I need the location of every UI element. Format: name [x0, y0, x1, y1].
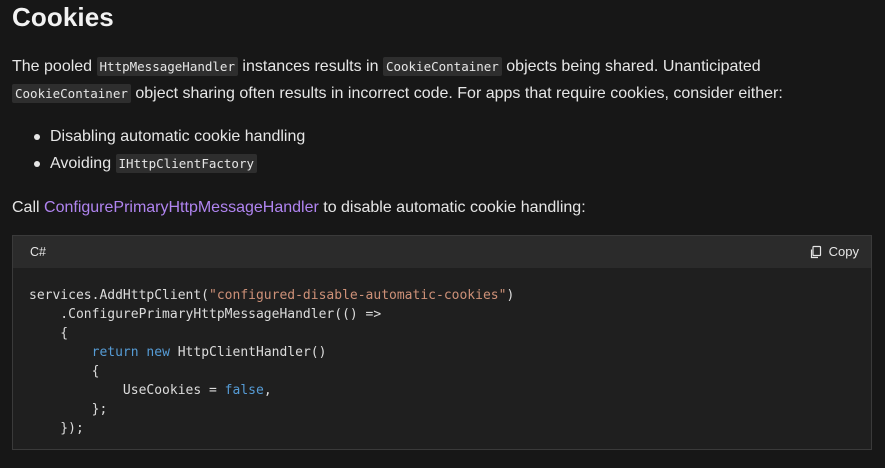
code-language-label: C#	[30, 245, 46, 259]
list-item: Avoiding IHttpClientFactory	[12, 150, 305, 177]
code-string: "configured-disable-automatic-cookies"	[209, 288, 507, 303]
intro-paragraph: The pooled HttpMessageHandler instances …	[12, 53, 872, 107]
configure-primary-handler-link[interactable]: ConfigurePrimaryHttpMessageHandler	[44, 199, 319, 216]
code-block: C# Copy services.AddHttpClient("configur…	[12, 235, 872, 450]
inline-code-cookiecontainer-2: CookieContainer	[12, 84, 131, 103]
intro-text-3: objects being shared. Unanticipated	[501, 58, 761, 75]
inline-code-ihttpclientfactory: IHttpClientFactory	[115, 154, 257, 173]
bullet-icon	[34, 134, 40, 140]
code-text: ,	[263, 383, 272, 398]
code-body: services.AddHttpClient("configured-disab…	[13, 268, 871, 449]
code-keyword: new	[146, 345, 170, 360]
code-text: .ConfigurePrimaryHttpMessageHandler(() =…	[29, 307, 382, 322]
code-text: {	[29, 326, 69, 341]
intro-text-1: The pooled	[12, 58, 97, 75]
bullet-icon	[34, 161, 40, 167]
copy-button[interactable]: Copy	[807, 242, 861, 261]
list-item-text: Avoiding	[50, 155, 116, 172]
code-text: HttpClientHandler()	[169, 345, 327, 360]
call-text-1: Call	[12, 199, 45, 216]
call-paragraph: Call ConfigurePrimaryHttpMessageHandler …	[12, 194, 586, 221]
inline-code-httpmessagehandler: HttpMessageHandler	[96, 57, 238, 76]
code-content: services.AddHttpClient("configured-disab…	[13, 268, 871, 456]
code-text: services.AddHttpClient(	[29, 288, 210, 303]
code-keyword: return	[91, 345, 139, 360]
section-heading: Cookies	[12, 2, 114, 32]
code-text: };	[29, 402, 108, 417]
code-text: {	[29, 364, 100, 379]
docs-page: Cookies The pooled HttpMessageHandler in…	[0, 0, 885, 468]
intro-text-4: object sharing often results in incorrec…	[130, 85, 783, 102]
code-text: UseCookies =	[29, 383, 225, 398]
code-block-header: C# Copy	[13, 236, 871, 269]
list-item: Disabling automatic cookie handling	[12, 123, 305, 150]
code-text: )	[506, 288, 515, 303]
copy-icon	[810, 245, 821, 258]
call-text-2: to disable automatic cookie handling:	[318, 199, 586, 216]
code-text: });	[29, 421, 84, 436]
options-list: Disabling automatic cookie handling Avoi…	[12, 123, 305, 177]
copy-button-label: Copy	[828, 244, 859, 259]
code-keyword: false	[224, 383, 264, 398]
intro-text-2: instances results in	[237, 58, 383, 75]
list-item-text: Disabling automatic cookie handling	[50, 128, 306, 145]
inline-code-cookiecontainer: CookieContainer	[382, 57, 502, 76]
